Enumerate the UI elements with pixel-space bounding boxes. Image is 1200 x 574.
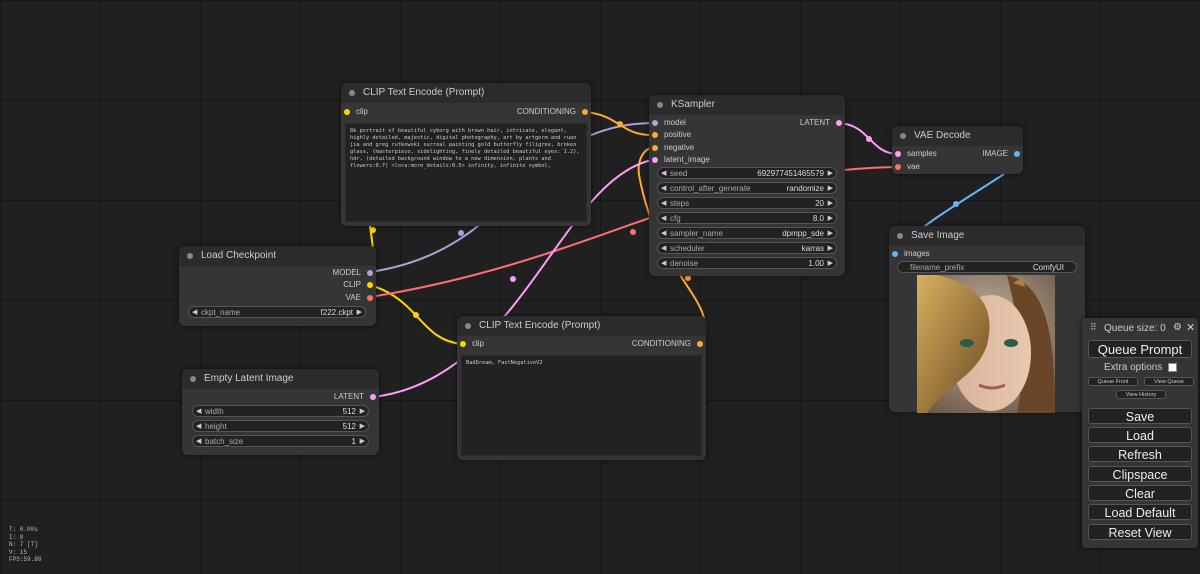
portrait-image <box>917 275 1055 413</box>
decrement-icon[interactable]: ◀ <box>661 213 666 225</box>
increment-icon[interactable]: ▶ <box>828 183 833 195</box>
decrement-icon[interactable]: ◀ <box>661 228 666 240</box>
output-image[interactable]: IMAGE <box>982 148 1020 160</box>
link-clip-bottom <box>369 284 463 345</box>
decrement-icon[interactable]: ◀ <box>661 183 666 195</box>
queue-prompt-button[interactable]: Queue Prompt <box>1088 340 1192 358</box>
decrement-icon[interactable]: ◀ <box>661 258 666 270</box>
load-checkpoint-node[interactable]: Load Checkpoint MODEL CLIP VAE ◀ ckpt_nam… <box>179 246 376 326</box>
reset-view-button[interactable]: Reset View <box>1088 524 1192 540</box>
stat-time: T: 0.00s <box>9 526 38 533</box>
increment-icon[interactable]: ▶ <box>828 228 833 240</box>
decrement-icon[interactable]: ◀ <box>192 307 197 319</box>
prompt-textarea[interactable]: BadDream, FastNegativeV2 <box>461 355 702 456</box>
sampler-name-widget[interactable]: ◀ sampler_name dpmpp_sde ▶ <box>657 227 837 239</box>
cfg-widget[interactable]: ◀ cfg 8.0 ▶ <box>657 212 837 224</box>
output-conditioning[interactable]: CONDITIONING <box>517 106 588 118</box>
input-images[interactable]: images <box>892 248 930 260</box>
load-default-button[interactable]: Load Default <box>1088 504 1192 520</box>
decrement-icon[interactable]: ◀ <box>661 243 666 255</box>
input-latent-image[interactable]: latent_image <box>652 154 710 166</box>
view-queue-button[interactable]: View Queue <box>1144 377 1194 386</box>
stat-nodes: N: 7 [7] <box>9 541 38 548</box>
node-title[interactable]: CLIP Text Encode (Prompt) <box>341 83 591 103</box>
increment-icon[interactable]: ▶ <box>360 406 365 418</box>
clip-text-encode-negative-node[interactable]: CLIP Text Encode (Prompt) clip CONDITION… <box>457 316 706 460</box>
decrement-icon[interactable]: ◀ <box>661 198 666 210</box>
clear-button[interactable]: Clear <box>1088 485 1192 501</box>
decrement-icon[interactable]: ◀ <box>661 168 666 180</box>
node-title[interactable]: Save Image <box>889 226 1085 246</box>
node-title[interactable]: Empty Latent Image <box>182 369 379 389</box>
save-image-node[interactable]: Save Image images filename_prefix ComfyUI <box>889 226 1085 413</box>
ckpt-name-widget[interactable]: ◀ ckpt_name f222.ckpt ▶ <box>188 306 366 318</box>
input-negative[interactable]: negative <box>652 142 694 154</box>
scheduler-widget[interactable]: ◀ scheduler karras ▶ <box>657 242 837 254</box>
stat-i: I: 0 <box>9 533 24 541</box>
canvas-stats: T: 0.00s I: 0 N: 7 [7] V: 15 FPS:59.88 <box>9 526 41 564</box>
increment-icon[interactable]: ▶ <box>828 258 833 270</box>
decrement-icon[interactable]: ◀ <box>196 436 201 448</box>
input-samples[interactable]: samples <box>895 148 937 160</box>
decrement-icon[interactable]: ◀ <box>196 421 201 433</box>
link-samples <box>838 122 898 155</box>
node-title[interactable]: KSampler <box>649 95 845 115</box>
output-conditioning[interactable]: CONDITIONING <box>632 338 703 350</box>
control-after-generate-widget[interactable]: ◀ control_after_generate randomize ▶ <box>657 182 837 194</box>
vae-decode-node[interactable]: VAE Decode samples vae IMAGE <box>892 126 1023 174</box>
ksampler-node[interactable]: KSampler model positive negative latent_… <box>649 95 845 276</box>
comfy-menu-panel[interactable]: ⠿ Queue size: 0 ⚙ ✕ Queue Prompt Extra o… <box>1082 318 1198 548</box>
increment-icon[interactable]: ▶ <box>828 198 833 210</box>
increment-icon[interactable]: ▶ <box>360 436 365 448</box>
increment-icon[interactable]: ▶ <box>828 168 833 180</box>
save-button[interactable]: Save <box>1088 408 1192 424</box>
seed-widget[interactable]: ◀ seed 692977451465579 ▶ <box>657 167 837 179</box>
node-title[interactable]: Load Checkpoint <box>179 246 376 266</box>
input-model[interactable]: model <box>652 117 686 129</box>
increment-icon[interactable]: ▶ <box>360 421 365 433</box>
load-button[interactable]: Load <box>1088 427 1192 443</box>
clipspace-button[interactable]: Clipspace <box>1088 466 1192 482</box>
output-vae[interactable]: VAE <box>346 292 373 304</box>
clip-text-encode-positive-node[interactable]: CLIP Text Encode (Prompt) clip CONDITION… <box>341 83 591 226</box>
increment-icon[interactable]: ▶ <box>828 243 833 255</box>
input-clip[interactable]: clip <box>344 106 368 118</box>
input-positive[interactable]: positive <box>652 129 691 141</box>
batch-size-widget[interactable]: ◀ batch_size 1 ▶ <box>192 435 369 447</box>
input-clip[interactable]: clip <box>460 338 484 350</box>
increment-icon[interactable]: ▶ <box>357 307 362 319</box>
output-latent[interactable]: LATENT <box>334 391 376 403</box>
extra-options-label: Extra options <box>1104 362 1163 373</box>
output-image-preview[interactable] <box>917 275 1055 413</box>
width-widget[interactable]: ◀ width 512 ▶ <box>192 405 369 417</box>
node-title[interactable]: VAE Decode <box>892 126 1023 146</box>
queue-front-button[interactable]: Queue Front <box>1088 377 1138 386</box>
link-images <box>917 173 1005 233</box>
output-latent[interactable]: LATENT <box>800 117 842 129</box>
denoise-widget[interactable]: ◀ denoise 1.00 ▶ <box>657 257 837 269</box>
filename-prefix-widget[interactable]: filename_prefix ComfyUI <box>897 261 1077 273</box>
stat-v: V: 15 <box>9 548 28 556</box>
input-vae[interactable]: vae <box>895 161 920 173</box>
settings-gear-icon[interactable]: ⚙ <box>1173 322 1182 333</box>
output-clip[interactable]: CLIP <box>343 279 373 291</box>
extra-options-checkbox[interactable] <box>1168 362 1178 372</box>
height-widget[interactable]: ◀ height 512 ▶ <box>192 420 369 432</box>
increment-icon[interactable]: ▶ <box>828 213 833 225</box>
extra-options-row: Extra options <box>1104 362 1178 373</box>
node-title[interactable]: CLIP Text Encode (Prompt) <box>457 316 706 336</box>
decrement-icon[interactable]: ◀ <box>196 406 201 418</box>
empty-latent-image-node[interactable]: Empty Latent Image LATENT ◀ width 512 ▶ ◀ he… <box>182 369 379 455</box>
stat-fps: FPS:59.88 <box>9 556 42 563</box>
refresh-button[interactable]: Refresh <box>1088 446 1192 462</box>
queue-size-label: Queue size: 0 <box>1104 323 1166 334</box>
output-model[interactable]: MODEL <box>333 267 373 279</box>
close-icon[interactable]: ✕ <box>1186 321 1195 334</box>
drag-handle-icon[interactable]: ⠿ <box>1090 322 1097 333</box>
link-positive <box>584 111 653 136</box>
steps-widget[interactable]: ◀ steps 20 ▶ <box>657 197 837 209</box>
view-history-button[interactable]: View History <box>1116 390 1166 399</box>
prompt-textarea[interactable]: 8k portrait of beautiful cyborg with bro… <box>345 123 587 222</box>
